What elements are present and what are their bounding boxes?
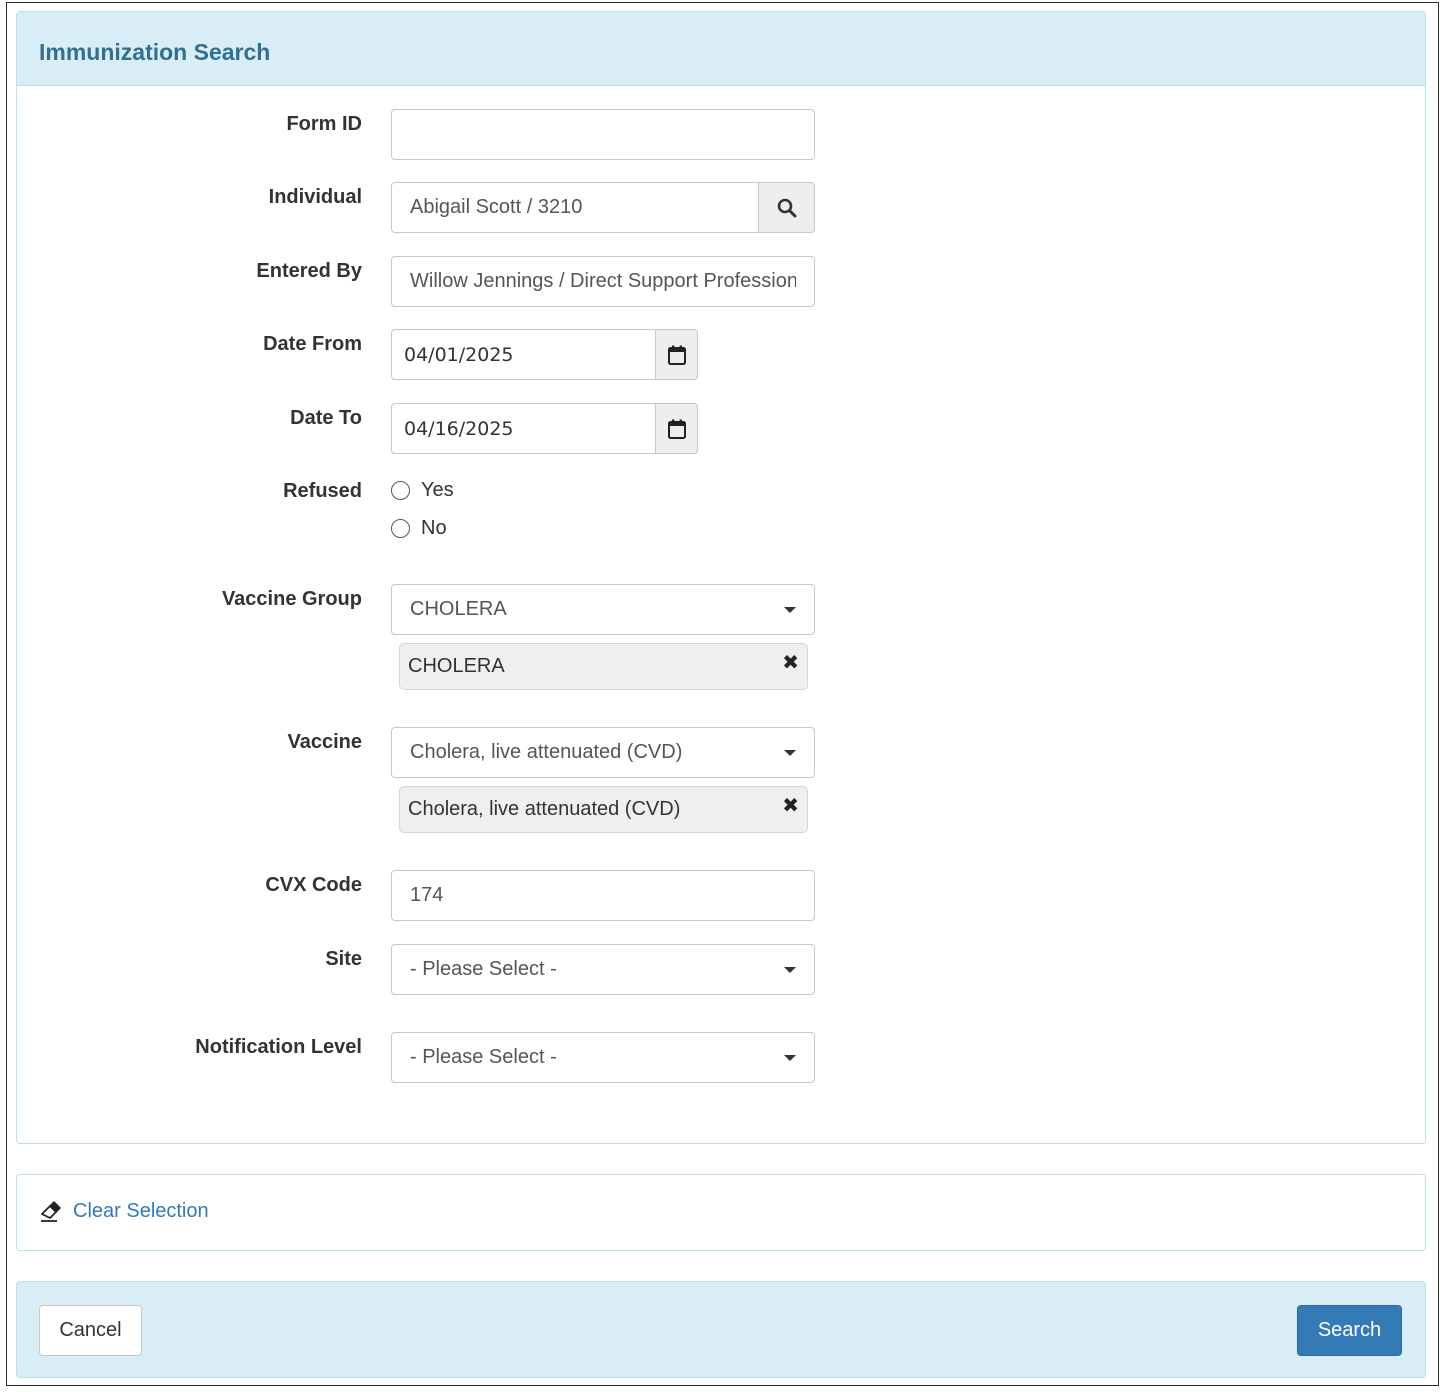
clear-selection-panel: Clear Selection [16, 1174, 1426, 1251]
vaccine-group-select[interactable]: CHOLERA [391, 584, 815, 635]
panel-heading: Immunization Search [17, 12, 1425, 86]
cvx-code-label: CVX Code [265, 874, 362, 896]
refused-no-label: No [421, 517, 447, 539]
refused-yes-option[interactable]: Yes [391, 479, 454, 502]
footer-bar: Cancel Search [16, 1281, 1426, 1378]
individual-input[interactable]: Abigail Scott / 3210 [391, 182, 815, 233]
search-panel: Immunization Search Form ID Individual A… [16, 11, 1426, 1144]
vaccine-selected: Cholera, live attenuated (CVD) [410, 741, 683, 763]
chevron-down-icon [784, 1055, 796, 1061]
date-from-label: Date From [263, 333, 362, 355]
vaccine-label: Vaccine [287, 731, 362, 753]
vaccine-chip-label: Cholera, live attenuated (CVD) [408, 798, 681, 820]
notification-level-select[interactable]: - Please Select - [391, 1032, 815, 1083]
vaccine-group-chip-label: CHOLERA [408, 655, 505, 677]
clear-selection-link[interactable]: Clear Selection [39, 1200, 209, 1223]
date-from-value: 04/01/2025 [404, 343, 514, 366]
remove-icon[interactable]: ✖ [782, 796, 799, 816]
refused-yes-label: Yes [421, 479, 454, 501]
notification-level-label: Notification Level [195, 1036, 362, 1058]
date-to-value: 04/16/2025 [404, 417, 514, 440]
refused-no-radio[interactable] [391, 519, 410, 538]
refused-yes-radio[interactable] [391, 481, 410, 500]
form-id-label: Form ID [286, 113, 362, 135]
vaccine-group-chip: CHOLERA ✖ [399, 643, 808, 690]
notification-level-selected: - Please Select - [410, 1046, 557, 1068]
vaccine-group-label: Vaccine Group [221, 588, 362, 610]
date-to-label: Date To [290, 407, 362, 429]
remove-icon[interactable]: ✖ [782, 653, 799, 673]
date-from-input[interactable]: 04/01/2025 [391, 329, 698, 380]
clear-selection-label: Clear Selection [73, 1200, 209, 1222]
calendar-icon [667, 345, 686, 365]
date-to-input[interactable]: 04/16/2025 [391, 403, 698, 454]
form-id-input[interactable] [391, 109, 815, 160]
chevron-down-icon [784, 607, 796, 613]
calendar-icon [667, 419, 686, 439]
vaccine-chip: Cholera, live attenuated (CVD) ✖ [399, 786, 808, 833]
site-selected: - Please Select - [410, 958, 557, 980]
vaccine-select[interactable]: Cholera, live attenuated (CVD) [391, 727, 815, 778]
refused-label: Refused [283, 480, 362, 502]
refused-no-option[interactable]: No [391, 517, 447, 540]
entered-by-label: Entered By [256, 260, 362, 282]
date-from-calendar-button[interactable] [655, 329, 698, 380]
individual-search-button[interactable] [758, 183, 814, 232]
individual-label: Individual [268, 186, 362, 208]
eraser-icon [41, 1200, 61, 1222]
site-label: Site [325, 948, 362, 970]
entered-by-input[interactable]: Willow Jennings / Direct Support Profess… [391, 256, 815, 307]
page-title: Immunization Search [39, 39, 271, 65]
chevron-down-icon [784, 967, 796, 973]
cancel-button[interactable]: Cancel [39, 1305, 142, 1356]
site-select[interactable]: - Please Select - [391, 944, 815, 995]
search-icon [777, 198, 796, 217]
cvx-code-input[interactable]: 174 [391, 870, 815, 921]
date-to-calendar-button[interactable] [655, 403, 698, 454]
entered-by-value: Willow Jennings / Direct Support Profess… [410, 270, 796, 292]
vaccine-group-selected: CHOLERA [410, 598, 507, 620]
chevron-down-icon [784, 750, 796, 756]
individual-value: Abigail Scott / 3210 [410, 196, 583, 218]
cvx-code-value: 174 [410, 884, 444, 906]
search-button[interactable]: Search [1297, 1305, 1402, 1356]
